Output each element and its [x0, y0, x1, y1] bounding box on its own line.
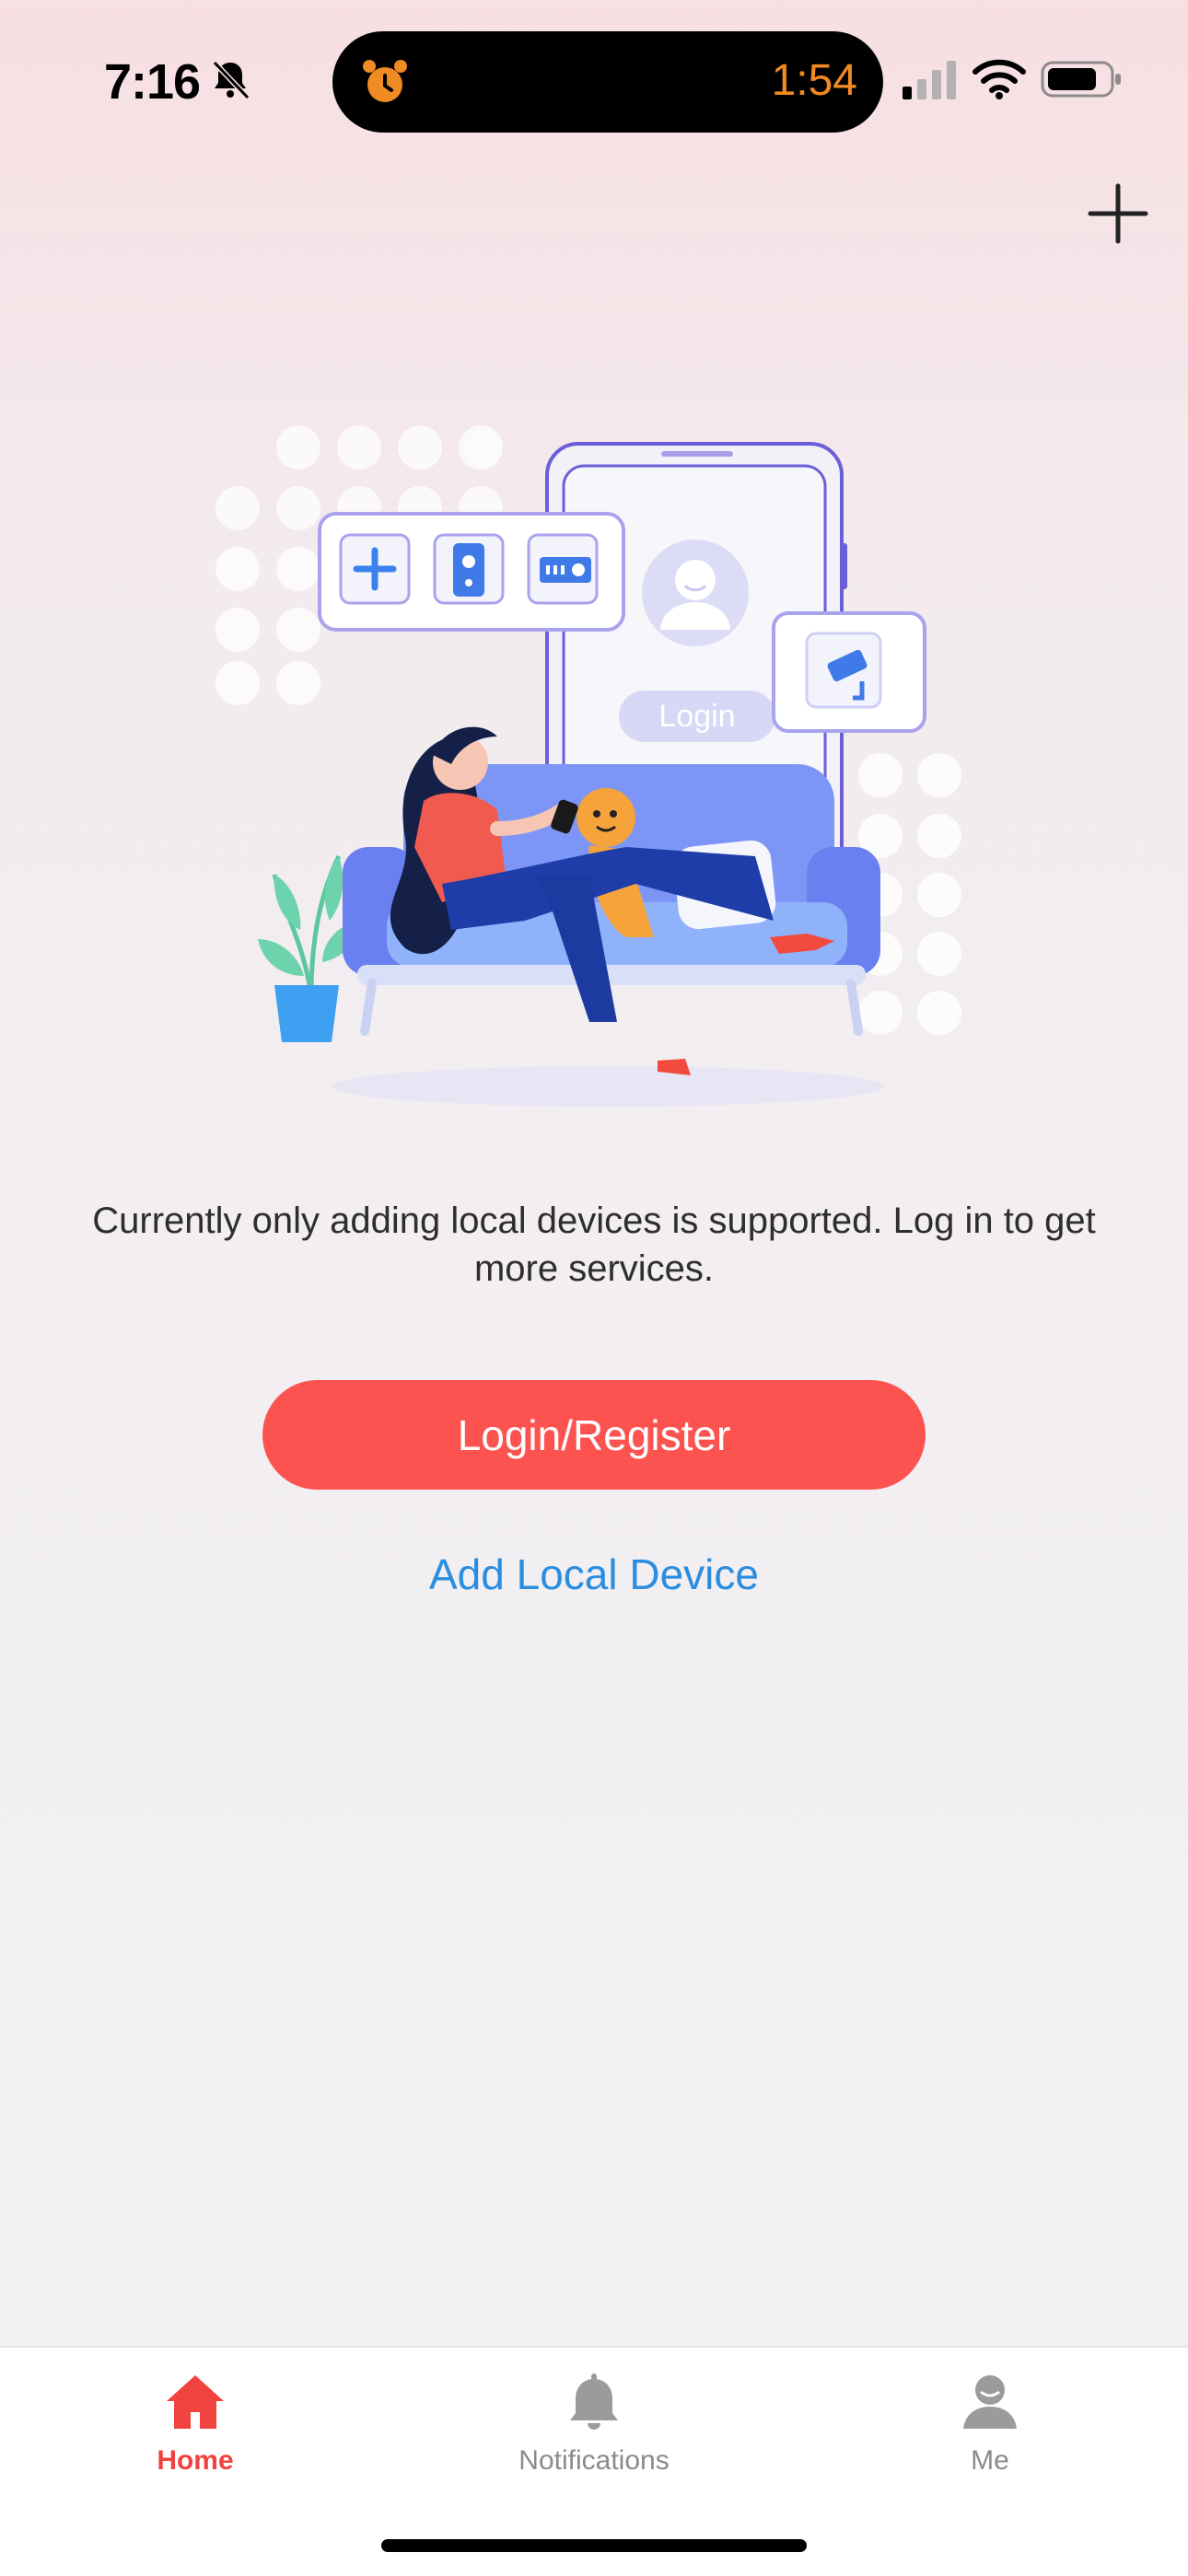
- tab-home[interactable]: Home: [57, 2370, 333, 2508]
- battery-icon: [1041, 61, 1121, 98]
- tab-notifications[interactable]: Notifications: [456, 2370, 732, 2508]
- bell-muted-icon: [212, 60, 250, 100]
- dynamic-island: 1:54: [332, 31, 883, 133]
- tab-me[interactable]: Me: [852, 2370, 1128, 2508]
- cellular-signal-icon: [903, 61, 956, 99]
- home-indicator: [381, 2539, 807, 2552]
- login-register-button[interactable]: Login/Register: [262, 1380, 926, 1490]
- tab-notifications-label: Notifications: [518, 2445, 670, 2476]
- home-illustration: Login: [215, 425, 961, 1107]
- status-time: 7:16: [104, 54, 201, 110]
- add-local-device-link[interactable]: Add Local Device: [364, 1549, 824, 1599]
- home-icon: [167, 2375, 224, 2429]
- illustration-login-label: Login: [658, 699, 735, 734]
- bell-icon: [570, 2373, 618, 2430]
- wifi-icon: [973, 59, 1026, 99]
- timer-readout: 1:54: [771, 56, 857, 105]
- info-message: Currently only adding local devices is s…: [92, 1201, 1096, 1289]
- tab-me-label: Me: [971, 2445, 1009, 2476]
- add-device-button[interactable]: [1081, 177, 1155, 250]
- person-icon: [963, 2375, 1017, 2429]
- tab-home-label: Home: [157, 2445, 234, 2476]
- alarm-clock-icon: [363, 60, 407, 102]
